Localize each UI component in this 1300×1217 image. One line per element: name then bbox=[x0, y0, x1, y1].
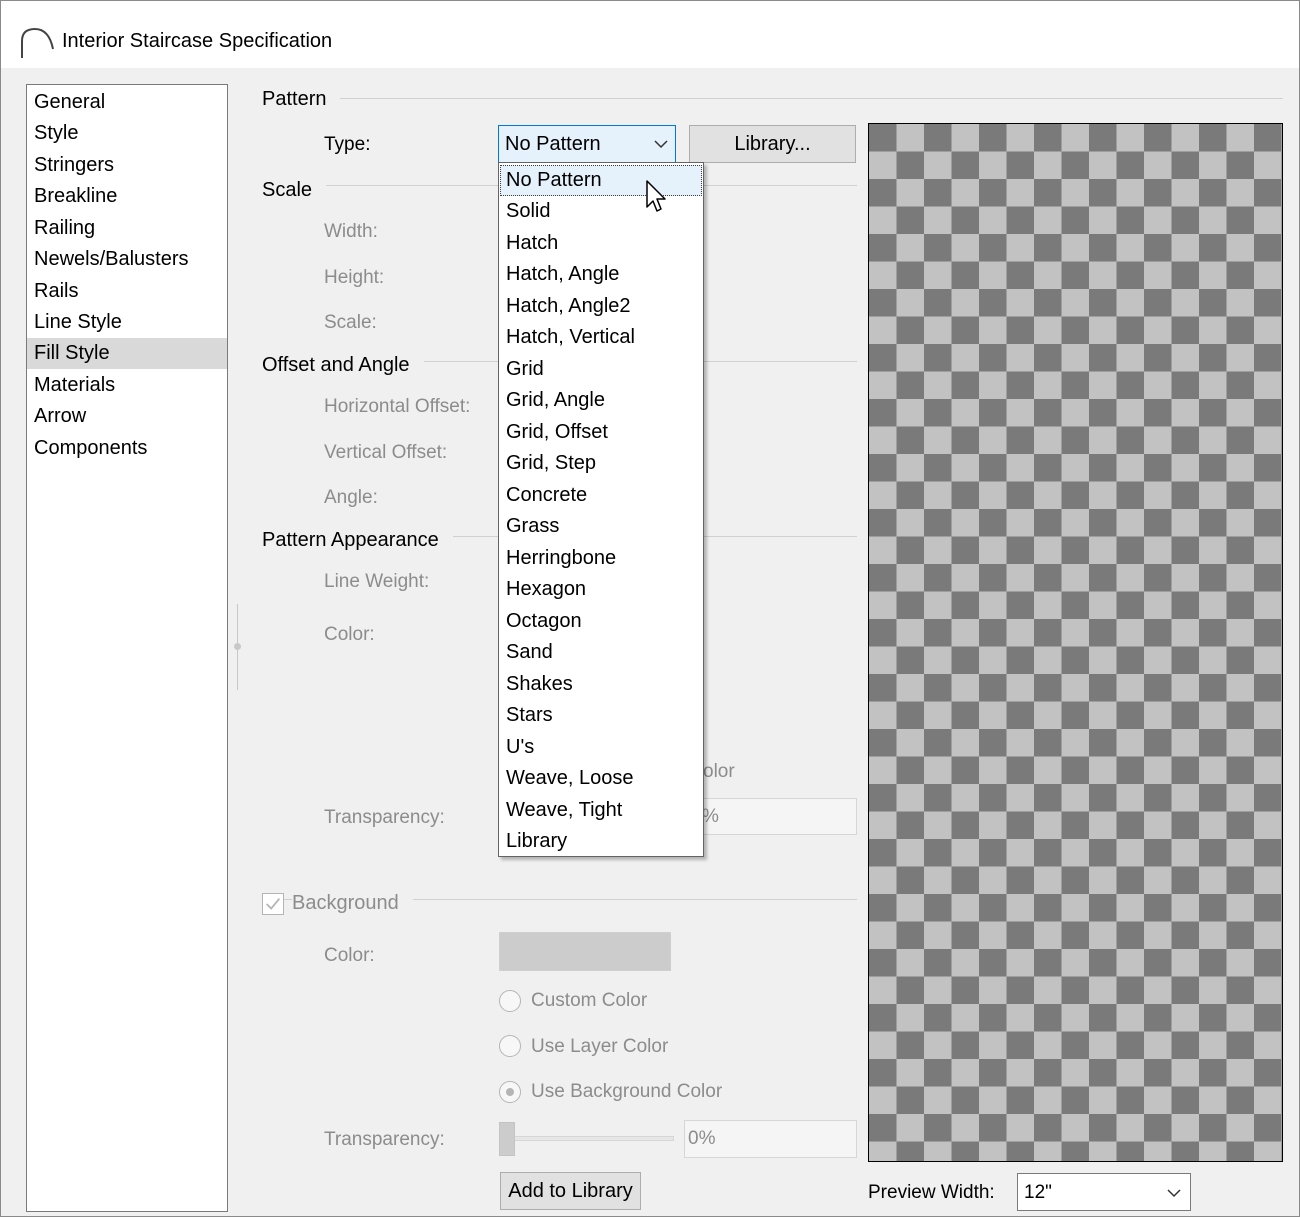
nav-item-stringers[interactable]: Stringers bbox=[27, 150, 227, 181]
preview-width-value: 12" bbox=[1024, 1182, 1052, 1203]
add-to-library-button[interactable]: Add to Library bbox=[500, 1172, 641, 1210]
background-color-label: Color: bbox=[324, 945, 375, 966]
nav-item-general[interactable]: General bbox=[27, 87, 227, 118]
option-hexagon[interactable]: Hexagon bbox=[500, 574, 702, 605]
appearance-transparency-field[interactable]: % bbox=[685, 798, 857, 835]
pattern-preview bbox=[868, 123, 1283, 1162]
title-bar: Interior Staircase Specification bbox=[1, 1, 1299, 68]
scale-label: Scale: bbox=[324, 312, 377, 333]
pattern-section-label: Pattern bbox=[262, 88, 341, 111]
option-concrete[interactable]: Concrete bbox=[500, 480, 702, 511]
nav-item-materials[interactable]: Materials bbox=[27, 370, 227, 401]
nav-item-arrow[interactable]: Arrow bbox=[27, 401, 227, 432]
offset-section-label: Offset and Angle bbox=[262, 354, 424, 377]
preview-width-label: Preview Width: bbox=[868, 1182, 995, 1203]
slider-thumb[interactable] bbox=[499, 1122, 515, 1156]
nav-item-style[interactable]: Style bbox=[27, 118, 227, 149]
nav-item-newels-balusters[interactable]: Newels/Balusters bbox=[27, 244, 227, 275]
arch-icon bbox=[21, 27, 54, 58]
angle-label: Angle: bbox=[324, 487, 378, 508]
pattern-rule bbox=[263, 98, 1283, 99]
option-grid-angle[interactable]: Grid, Angle bbox=[500, 385, 702, 416]
option-herringbone[interactable]: Herringbone bbox=[500, 543, 702, 574]
option-stars[interactable]: Stars bbox=[500, 700, 702, 731]
height-label: Height: bbox=[324, 267, 385, 288]
option-hatch-angle[interactable]: Hatch, Angle bbox=[500, 259, 702, 290]
use-layer-color-label: Use Layer Color bbox=[531, 1036, 669, 1057]
nav-item-railing[interactable]: Railing bbox=[27, 213, 227, 244]
background-checkbox[interactable] bbox=[262, 893, 284, 915]
appearance-color-label: Color: bbox=[324, 624, 375, 645]
background-color-swatch[interactable] bbox=[499, 932, 671, 971]
use-layer-color-radio[interactable] bbox=[499, 1035, 521, 1057]
custom-color-radio[interactable] bbox=[499, 990, 521, 1012]
option-library[interactable]: Library bbox=[500, 826, 702, 857]
pattern-type-dropdown-list[interactable]: No Pattern Solid Hatch Hatch, Angle Hatc… bbox=[498, 162, 704, 857]
appearance-transparency-value: % bbox=[702, 806, 719, 827]
option-weave-loose[interactable]: Weave, Loose bbox=[500, 763, 702, 794]
option-octagon[interactable]: Octagon bbox=[500, 606, 702, 637]
chevron-down-icon bbox=[1167, 1189, 1181, 1198]
mouse-cursor-icon bbox=[646, 180, 666, 212]
horizontal-offset-label: Horizontal Offset: bbox=[324, 396, 471, 417]
nav-item-breakline[interactable]: Breakline bbox=[27, 181, 227, 212]
option-sand[interactable]: Sand bbox=[500, 637, 702, 668]
background-transparency-value: 0% bbox=[688, 1128, 716, 1149]
option-shakes[interactable]: Shakes bbox=[500, 669, 702, 700]
appearance-section-label: Pattern Appearance bbox=[262, 529, 453, 552]
nav-item-rails[interactable]: Rails bbox=[27, 276, 227, 307]
chevron-down-icon bbox=[654, 140, 668, 149]
option-grid-offset[interactable]: Grid, Offset bbox=[500, 417, 702, 448]
use-background-color-radio[interactable] bbox=[499, 1081, 521, 1103]
pattern-type-value: No Pattern bbox=[505, 133, 601, 155]
use-background-color-label: Use Background Color bbox=[531, 1081, 723, 1102]
preview-width-select[interactable]: 12" bbox=[1017, 1173, 1191, 1211]
background-checkbox-label: Background bbox=[292, 892, 413, 915]
background-transparency-slider[interactable] bbox=[499, 1136, 674, 1141]
appearance-transparency-label: Transparency: bbox=[324, 807, 445, 828]
option-weave-tight[interactable]: Weave, Tight bbox=[500, 795, 702, 826]
scale-section-label: Scale bbox=[262, 179, 327, 202]
appearance-color-option-partial: olor bbox=[703, 761, 735, 782]
custom-color-label: Custom Color bbox=[531, 990, 648, 1011]
option-grid-step[interactable]: Grid, Step bbox=[500, 448, 702, 479]
checkmark-icon bbox=[265, 897, 281, 910]
background-transparency-field[interactable]: 0% bbox=[684, 1120, 857, 1158]
option-hatch[interactable]: Hatch bbox=[500, 228, 702, 259]
category-list[interactable]: General Style Stringers Breakline Railin… bbox=[26, 84, 228, 1212]
dialog-window: Interior Staircase Specification General… bbox=[0, 0, 1300, 1217]
type-label: Type: bbox=[324, 134, 371, 155]
line-weight-label: Line Weight: bbox=[324, 571, 430, 592]
option-grass[interactable]: Grass bbox=[500, 511, 702, 542]
nav-item-fill-style[interactable]: Fill Style bbox=[27, 338, 227, 369]
window-title: Interior Staircase Specification bbox=[62, 30, 333, 52]
width-label: Width: bbox=[324, 221, 378, 242]
option-hatch-angle2[interactable]: Hatch, Angle2 bbox=[500, 291, 702, 322]
splitter-grip bbox=[234, 643, 241, 650]
nav-item-components[interactable]: Components bbox=[27, 433, 227, 464]
library-button[interactable]: Library... bbox=[689, 125, 856, 163]
vertical-offset-label: Vertical Offset: bbox=[324, 442, 448, 463]
option-us[interactable]: U's bbox=[500, 732, 702, 763]
option-hatch-vertical[interactable]: Hatch, Vertical bbox=[500, 322, 702, 353]
nav-item-line-style[interactable]: Line Style bbox=[27, 307, 227, 338]
pattern-type-select[interactable]: No Pattern bbox=[498, 125, 676, 163]
option-grid[interactable]: Grid bbox=[500, 354, 702, 385]
background-transparency-label: Transparency: bbox=[324, 1129, 445, 1150]
